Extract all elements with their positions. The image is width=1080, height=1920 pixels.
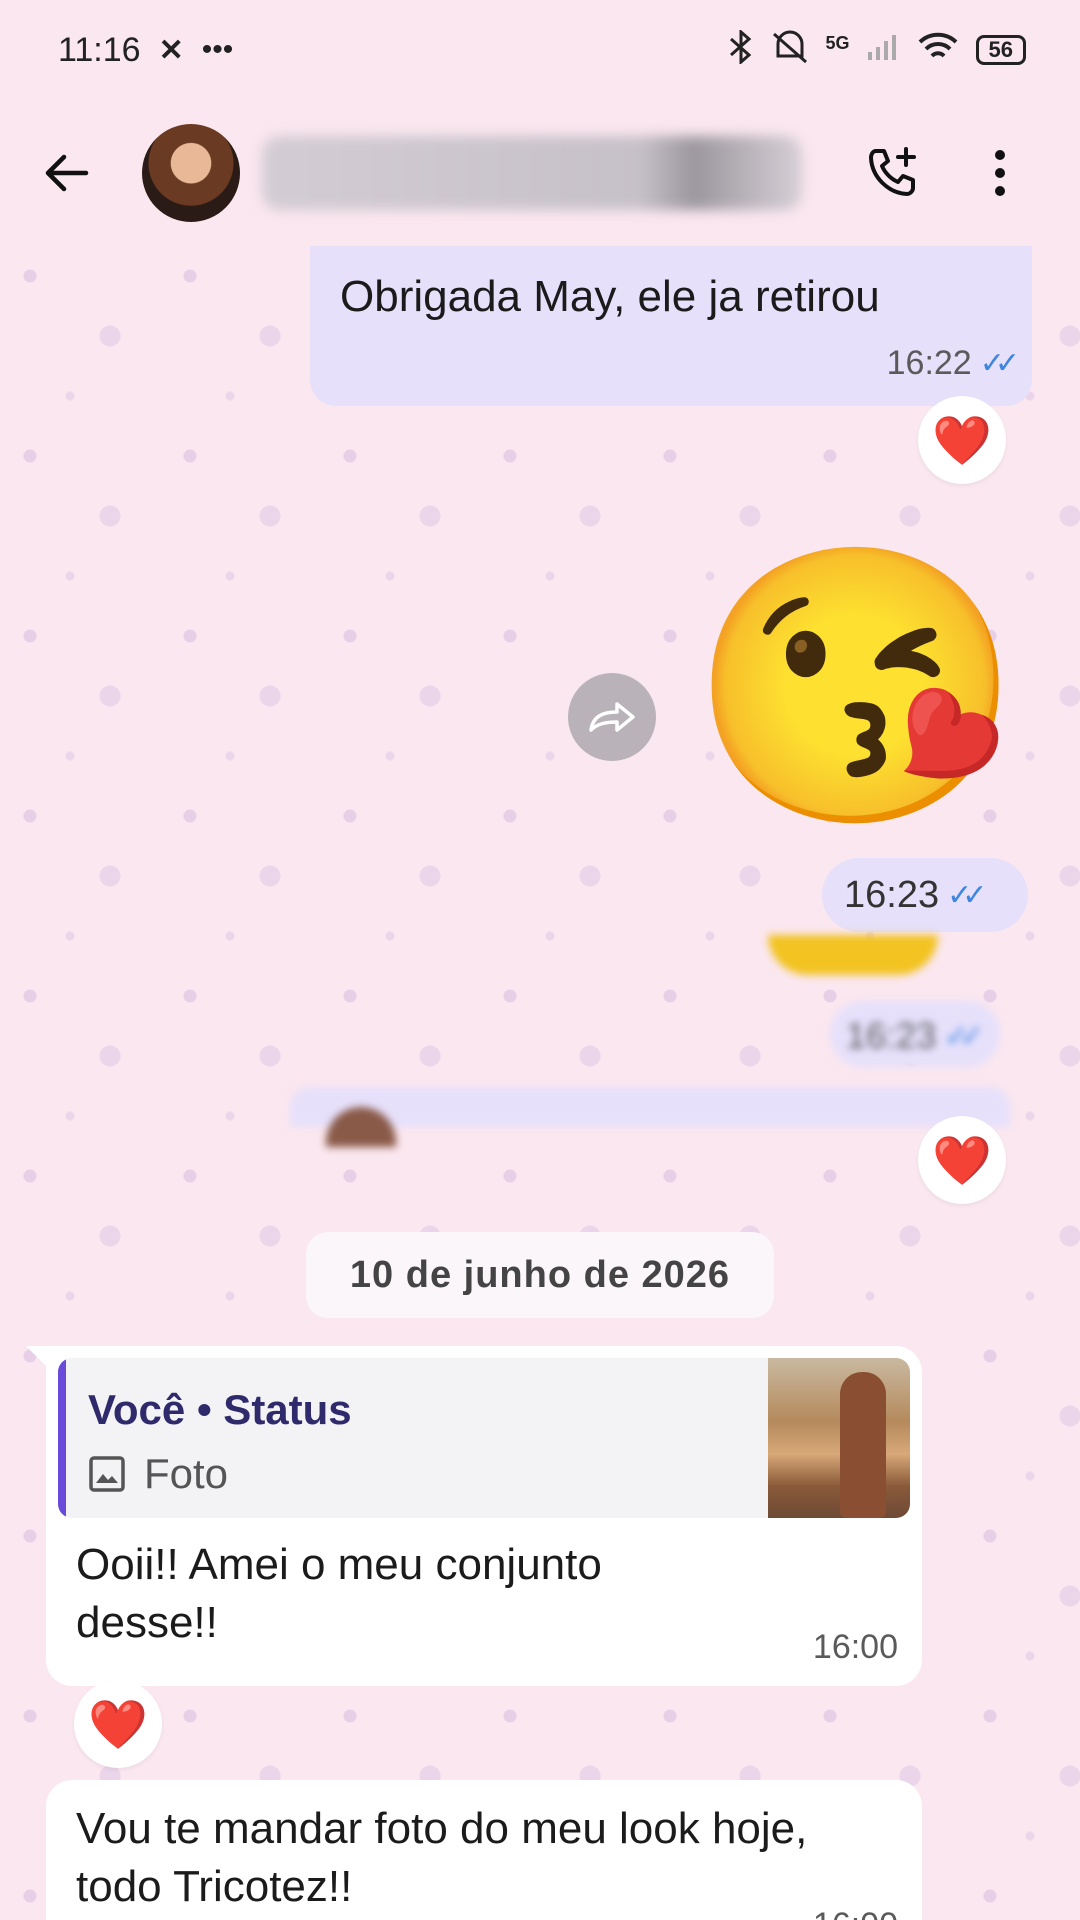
message-meta: 16:00: [813, 1628, 898, 1667]
reaction-badge[interactable]: ❤️: [918, 396, 1006, 484]
bubble-tail: [26, 1346, 48, 1368]
status-right: 5G 56: [728, 28, 1026, 71]
message-text: Obrigada May, ele ja retirou: [340, 272, 880, 321]
status-bar: 11:16 ✕ ••• 5G 56: [0, 0, 1080, 100]
message-meta: 16:00: [813, 1906, 898, 1920]
message-time: 16:22: [886, 344, 972, 382]
incoming-message[interactable]: Vou te mandar foto do meu look hoje, tod…: [46, 1780, 922, 1920]
arrow-back-icon: [45, 154, 89, 192]
reply-type-row: Foto: [88, 1450, 228, 1498]
sticker-time-chip: 16:23 ✓✓: [822, 858, 1028, 932]
message-time: 16:00: [812, 1628, 898, 1666]
battery-icon: 56: [975, 35, 1026, 65]
message-text: Ooii!! Amei o meu conjunto desse!!: [76, 1540, 602, 1647]
read-ticks-icon: ✓✓: [944, 1019, 984, 1053]
blurred-emoji-edge: [768, 935, 938, 975]
incoming-message[interactable]: Você • Status Foto Ooii!! Amei o meu con…: [46, 1346, 922, 1686]
add-call-icon: [869, 147, 916, 196]
reaction-badge[interactable]: ❤️: [918, 1116, 1006, 1204]
message-time: 16:23: [846, 1015, 937, 1056]
more-options-button[interactable]: [970, 143, 1030, 203]
forward-button[interactable]: [568, 673, 656, 761]
sticker-emoji[interactable]: 😘: [688, 528, 1024, 848]
date-divider: 10 de junho de 2026: [306, 1232, 774, 1318]
message-text: Vou te mandar foto do meu look hoje, tod…: [76, 1804, 808, 1911]
mute-icon: [770, 30, 810, 71]
add-call-button[interactable]: [862, 143, 922, 203]
message-meta: 16:23 ✓✓: [846, 1015, 984, 1057]
network-label: 5G: [825, 32, 850, 53]
reply-author: Você • Status: [88, 1386, 352, 1433]
reaction-badge[interactable]: ❤️: [74, 1680, 162, 1768]
heart-reaction: ❤️: [88, 1698, 148, 1752]
blurred-message-area: 16:23 ✓✓: [0, 935, 1080, 1147]
date-label: 10 de junho de 2026: [349, 1253, 731, 1296]
more-dots-icon: •••: [201, 33, 234, 66]
message-meta: 16:23 ✓✓: [844, 874, 987, 917]
more-vert-icon: [995, 150, 1005, 196]
quoted-status-reply[interactable]: Você • Status Foto: [58, 1358, 910, 1518]
message-time: 16:23: [844, 874, 940, 916]
status-left: 11:16 ✕ •••: [58, 31, 233, 70]
outgoing-message[interactable]: Obrigada May, ele ja retirou 16:22 ✓✓: [310, 246, 1032, 406]
status-photo-thumbnail[interactable]: [768, 1358, 910, 1518]
heart-reaction: ❤️: [932, 414, 992, 468]
clock: 11:16: [58, 30, 141, 69]
message-meta: 16:22 ✓✓: [886, 344, 1020, 383]
wifi-icon: [916, 30, 960, 71]
header-actions: [862, 143, 1050, 203]
thumbnail-person: [840, 1372, 886, 1518]
back-button[interactable]: [30, 137, 102, 209]
forward-icon: [589, 702, 635, 732]
reply-type: Foto: [144, 1450, 229, 1497]
reply-accent-bar: [58, 1358, 66, 1518]
bluetooth-icon: [728, 28, 754, 71]
chat-header: [0, 100, 1080, 246]
heart-reaction: ❤️: [932, 1134, 992, 1188]
blurred-bubble-top: [290, 1087, 1010, 1127]
capcut-icon: ✕: [158, 33, 184, 67]
message-time: 16:00: [813, 1906, 898, 1920]
signal-icon: [866, 32, 900, 69]
contact-name-redacted[interactable]: [262, 136, 802, 210]
blurred-time-chip: 16:23 ✓✓: [830, 1001, 1000, 1067]
read-ticks-icon: ✓✓: [947, 879, 987, 912]
photo-icon: [89, 1456, 125, 1492]
battery-level: 56: [988, 37, 1013, 62]
contact-avatar[interactable]: [142, 124, 240, 222]
kiss-emoji: 😘: [687, 537, 1025, 838]
read-ticks-icon: ✓✓: [979, 347, 1020, 380]
